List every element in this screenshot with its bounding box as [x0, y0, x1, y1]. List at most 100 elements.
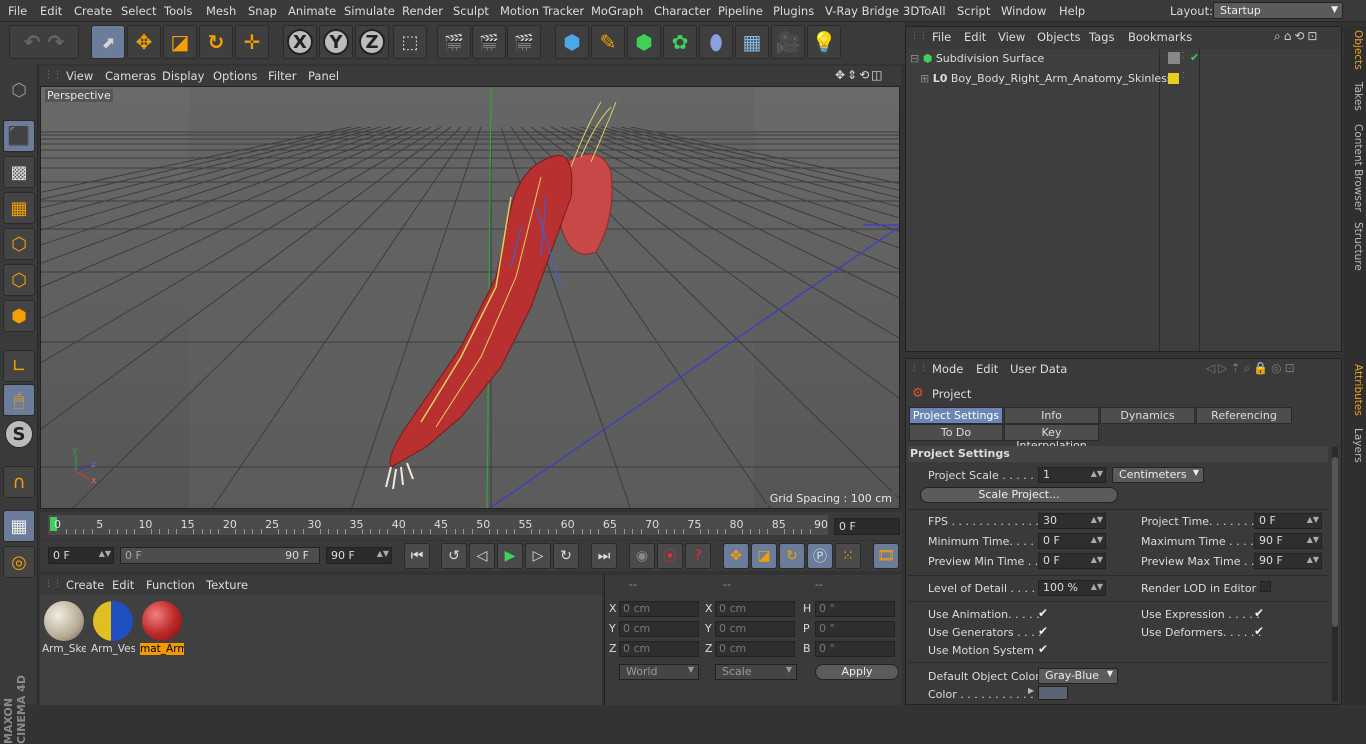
project-scale-unit-dropdown[interactable]: Centimeters ▼	[1112, 467, 1204, 483]
scale-project-button[interactable]: Scale Project...	[920, 487, 1118, 503]
use-expression-checkbox[interactable]: ✔	[1254, 606, 1264, 620]
material-swatch[interactable]: Arm_Ves	[91, 599, 135, 655]
transform-icon[interactable]: ✛	[235, 25, 269, 59]
menu-tools[interactable]: Tools	[164, 4, 192, 18]
size-y-field[interactable]: 0 cm	[715, 621, 795, 637]
attr-menu-mode[interactable]: Mode	[932, 362, 963, 376]
next-frame-icon[interactable]: ▷	[525, 543, 551, 569]
menu-vray-bridge[interactable]: V-Ray Bridge	[825, 4, 899, 18]
color-swatch[interactable]	[1038, 686, 1068, 700]
object-nav-icons[interactable]: ⌕⌂⟲⊡	[1274, 29, 1320, 44]
model-mode-icon[interactable]: ⬛	[3, 120, 35, 152]
autokey-icon[interactable]: ⦿	[657, 543, 683, 569]
next-key-icon[interactable]: ↻	[553, 543, 579, 569]
size-z-field[interactable]: 0 cm	[715, 641, 795, 657]
menu-snap[interactable]: Snap	[248, 4, 277, 18]
cube-icon[interactable]: ⬢	[555, 25, 589, 59]
rotation-h-field[interactable]: 0 °	[815, 601, 895, 617]
rotation-p-field[interactable]: 0 °	[815, 621, 895, 637]
tab-content-browser[interactable]: Content Browser	[1346, 124, 1364, 212]
frame-range-slider[interactable]: 0 F 90 F	[120, 547, 320, 564]
snap-magnet-icon[interactable]: ∩	[3, 466, 35, 498]
layer-color-swatch[interactable]	[1168, 73, 1179, 84]
tab-to-do[interactable]: To Do	[909, 424, 1003, 441]
menu-sculpt[interactable]: Sculpt	[453, 4, 489, 18]
attr-nav-icons[interactable]: ◁▷⇡⌕🔒◎⊡	[1206, 361, 1298, 376]
make-editable-icon[interactable]: ⬡	[3, 74, 35, 106]
key-scale-icon[interactable]: ◪	[751, 543, 777, 569]
points-mode-icon[interactable]: ⬡	[3, 228, 35, 260]
tab-takes[interactable]: Takes	[1346, 82, 1364, 111]
live-selection-icon[interactable]: ⬈	[91, 25, 125, 59]
viewport-menu-view[interactable]: View	[66, 69, 93, 83]
edges-mode-icon[interactable]: ⬡	[3, 264, 35, 296]
lock-workplane-icon[interactable]: ◎	[3, 546, 35, 578]
texture-mode-icon[interactable]: ▩	[3, 156, 35, 188]
camera-icon[interactable]: 🎥	[771, 25, 805, 59]
go-to-end-icon[interactable]: ⏭	[591, 543, 617, 569]
menu-edit[interactable]: Edit	[40, 4, 62, 18]
tab-project-settings[interactable]: Project Settings	[909, 407, 1003, 424]
solo-icon[interactable]: S	[5, 420, 33, 448]
object-menu-view[interactable]: View	[998, 30, 1025, 44]
menu-mograph[interactable]: MoGraph	[591, 4, 643, 18]
tab-attributes[interactable]: Attributes	[1346, 364, 1364, 416]
tab-info[interactable]: Info	[1004, 407, 1099, 424]
material-swatch[interactable]: Arm_Ske	[42, 599, 86, 655]
viewport-menu-panel[interactable]: Panel	[308, 69, 339, 83]
viewport-menu-display[interactable]: Display	[162, 69, 204, 83]
apply-button[interactable]: Apply	[815, 664, 899, 680]
menu-simulate[interactable]: Simulate	[344, 4, 395, 18]
subdivision-icon[interactable]: ⬢	[627, 25, 661, 59]
tab-key-interpolation[interactable]: Key Interpolation	[1004, 424, 1099, 452]
go-to-start-icon[interactable]: ⏮	[404, 543, 430, 569]
visibility-dots-icon[interactable]: ⁚	[1182, 51, 1185, 60]
lod-field[interactable]: 100 % ▲▼	[1038, 580, 1106, 596]
key-position-icon[interactable]: ✥	[723, 543, 749, 569]
light-icon[interactable]: 💡	[807, 25, 841, 59]
render-lod-checkbox[interactable]	[1260, 581, 1271, 592]
menu-render[interactable]: Render	[402, 4, 443, 18]
render-view-icon[interactable]: 🎬	[437, 25, 471, 59]
menu-script[interactable]: Script	[957, 4, 990, 18]
viewport-nav-icons[interactable]: ✥⇕⟲◫	[835, 68, 885, 82]
material-menu-create[interactable]: Create	[66, 578, 104, 592]
fps-field[interactable]: 30 ▲▼	[1038, 513, 1106, 529]
project-scale-field[interactable]: 1 ▲▼	[1038, 467, 1106, 483]
menu-plugins[interactable]: Plugins	[773, 4, 814, 18]
viewport-camera-label[interactable]: Perspective	[45, 89, 113, 102]
object-menu-bookmarks[interactable]: Bookmarks	[1128, 30, 1192, 44]
min-time-field[interactable]: 0 F ▲▼	[1038, 533, 1106, 549]
menu-file[interactable]: File	[8, 4, 27, 18]
menu-window[interactable]: Window	[1001, 4, 1046, 18]
coordinate-system-icon[interactable]: ⬚	[393, 25, 427, 59]
layout-select[interactable]: Startup ▼	[1213, 2, 1343, 19]
tweak-mode-icon[interactable]: 🖱	[3, 384, 35, 416]
axis-mode-icon[interactable]: ∟	[3, 350, 35, 382]
record-keys-icon[interactable]: ◉	[629, 543, 655, 569]
timeline-ruler[interactable]: 0 5 10 15 20 25 30 35 40 45 50 55 60 65 70 75 80 85 90	[48, 515, 828, 535]
menu-pipeline[interactable]: Pipeline	[718, 4, 763, 18]
position-y-field[interactable]: 0 cm	[619, 621, 699, 637]
menu-3dtoall[interactable]: 3DToAll	[903, 4, 946, 18]
viewport-perspective[interactable]: y z x Perspective Grid Spacing : 100 cm	[40, 86, 900, 509]
current-frame-field[interactable]: 0 F	[834, 518, 900, 535]
material-swatch[interactable]: mat_Arm	[140, 599, 184, 655]
pen-icon[interactable]: ✎	[591, 25, 625, 59]
viewport-menu-filter[interactable]: Filter	[268, 69, 296, 83]
tab-dynamics[interactable]: Dynamics	[1100, 407, 1195, 424]
object-menu-objects[interactable]: Objects	[1037, 30, 1080, 44]
tab-layers[interactable]: Layers	[1346, 428, 1364, 463]
workplane-grid-icon[interactable]: ▦	[3, 510, 35, 542]
use-generators-checkbox[interactable]: ✔	[1038, 624, 1048, 638]
use-deformers-checkbox[interactable]: ✔	[1254, 624, 1264, 638]
object-menu-file[interactable]: File	[932, 30, 951, 44]
coord-space-dropdown[interactable]: World ▼	[619, 664, 699, 680]
object-row[interactable]: ⊞ L0 Boy_Body_Right_Arm_Anatomy_Skinless…	[920, 71, 1340, 92]
render-picture-viewer-icon[interactable]: 🎬	[472, 25, 506, 59]
coord-mode-dropdown[interactable]: Scale ▼	[715, 664, 797, 680]
enabled-check-icon[interactable]: ✔	[1190, 51, 1199, 64]
menu-mesh[interactable]: Mesh	[206, 4, 236, 18]
visibility-dots-icon[interactable]: ⁚	[1182, 71, 1185, 80]
previous-frame-icon[interactable]: ◁	[469, 543, 495, 569]
